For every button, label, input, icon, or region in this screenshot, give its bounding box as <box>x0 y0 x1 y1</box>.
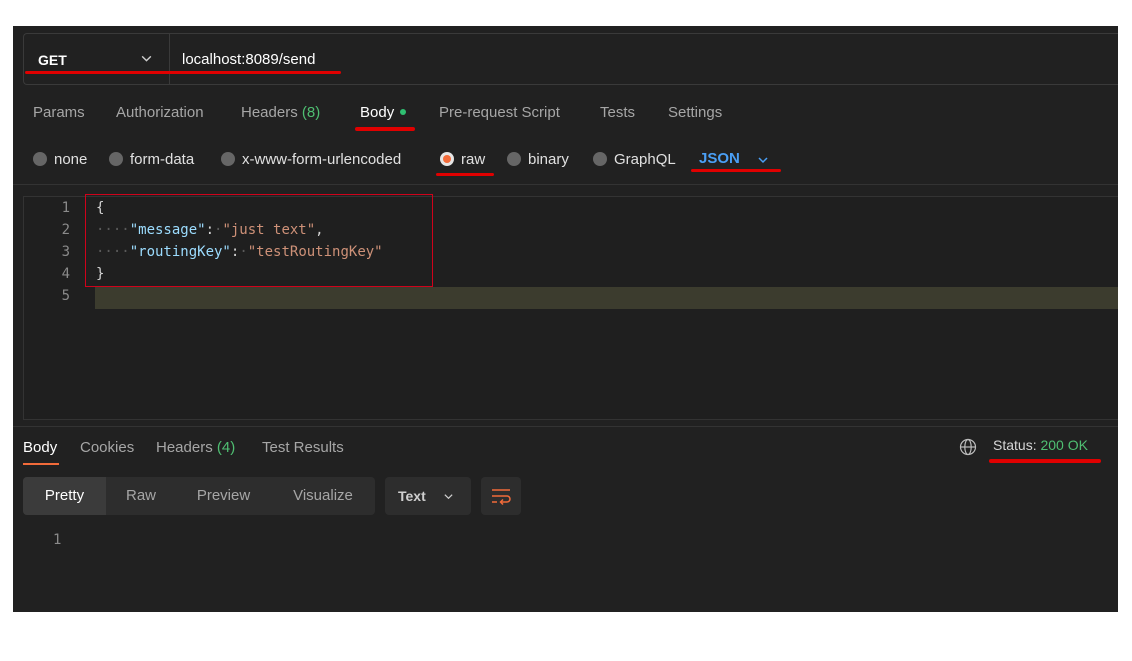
status-label: Status: <box>993 437 1037 453</box>
divider <box>13 184 1118 185</box>
current-line-highlight <box>95 287 1118 309</box>
active-tab-indicator <box>23 463 59 465</box>
radio-graphql-label: GraphQL <box>614 151 676 168</box>
divider <box>13 426 1118 427</box>
response-tab-test-results[interactable]: Test Results <box>262 439 344 456</box>
url-input[interactable] <box>170 34 1110 84</box>
response-line-number: 1 <box>53 532 62 548</box>
response-status[interactable]: Status: 200 OK <box>993 437 1088 453</box>
line-number: 1 <box>61 200 70 216</box>
status-value: 200 OK <box>1040 437 1088 453</box>
postman-app: GET Params Authorization Headers (8) Bod… <box>13 26 1118 612</box>
radio-circle <box>507 152 521 166</box>
tab-body[interactable]: Body <box>360 104 407 121</box>
view-visualize[interactable]: Visualize <box>271 477 375 515</box>
tab-tests[interactable]: Tests <box>600 104 635 121</box>
wrap-lines-icon <box>492 489 511 506</box>
response-headers-count: (4) <box>216 439 236 456</box>
annotation-underline-body <box>355 127 415 131</box>
annotation-underline-raw <box>436 173 494 176</box>
annotation-underline-url <box>25 71 341 74</box>
radio-circle <box>221 152 235 166</box>
request-bar: GET <box>23 33 1118 85</box>
format-select[interactable]: Text <box>385 477 471 515</box>
response-view-selector: Pretty Raw Preview Visualize <box>23 477 375 515</box>
method-select[interactable]: GET <box>24 34 170 84</box>
language-label: JSON <box>699 150 740 167</box>
line-number: 2 <box>61 222 70 238</box>
tab-pre-request-script[interactable]: Pre-request Script <box>439 104 560 121</box>
modified-dot <box>400 109 407 116</box>
annotation-underline-json <box>691 169 781 172</box>
view-preview[interactable]: Preview <box>176 477 271 515</box>
chevron-down-icon <box>758 157 768 164</box>
radio-binary-label: binary <box>528 151 569 168</box>
radio-circle-selected <box>440 152 454 166</box>
view-pretty[interactable]: Pretty <box>23 477 106 515</box>
format-label: Text <box>398 488 426 504</box>
language-select[interactable]: JSON <box>699 150 768 168</box>
view-raw[interactable]: Raw <box>106 477 176 515</box>
radio-circle <box>109 152 123 166</box>
wrap-lines-button[interactable] <box>481 477 521 515</box>
tab-headers[interactable]: Headers (8) <box>241 104 320 121</box>
annotation-box-json <box>85 194 433 287</box>
response-tab-cookies[interactable]: Cookies <box>80 439 134 456</box>
radio-form-data-label: form-data <box>130 151 195 168</box>
radio-circle <box>593 152 607 166</box>
line-number: 3 <box>61 244 70 260</box>
line-number: 4 <box>61 266 70 282</box>
radio-none-label: none <box>54 151 88 168</box>
response-tab-body[interactable]: Body <box>23 439 57 456</box>
method-label: GET <box>38 52 67 68</box>
response-headers-label: Headers <box>156 439 213 456</box>
radio-circle <box>33 152 47 166</box>
tab-authorization[interactable]: Authorization <box>116 104 204 121</box>
globe-icon[interactable] <box>959 438 977 456</box>
tab-params[interactable]: Params <box>33 104 85 121</box>
annotation-underline-status <box>989 459 1101 463</box>
radio-raw-label: raw <box>461 151 486 168</box>
tab-body-label: Body <box>360 104 395 121</box>
chevron-down-icon <box>444 494 453 500</box>
radio-urlencoded-label: x-www-form-urlencoded <box>242 151 402 168</box>
tab-headers-label: Headers <box>241 104 298 121</box>
response-tab-headers[interactable]: Headers (4) <box>156 439 235 456</box>
chevron-down-icon <box>141 55 152 62</box>
line-number: 5 <box>61 288 70 304</box>
tab-headers-count: (8) <box>301 104 321 121</box>
tab-settings[interactable]: Settings <box>668 104 722 121</box>
